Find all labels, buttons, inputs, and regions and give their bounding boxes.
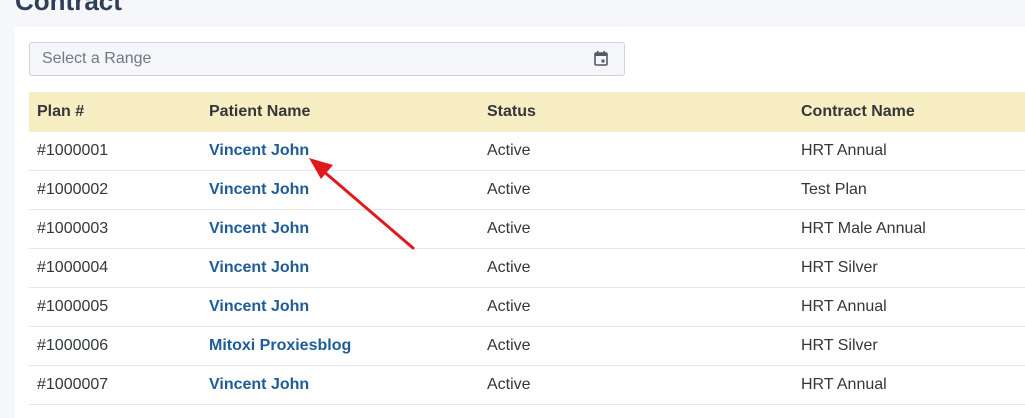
patient-name-cell: Vincent John bbox=[209, 248, 487, 288]
status-cell: Active bbox=[487, 326, 801, 366]
table-row: #1000001 Vincent John Active HRT Annual bbox=[29, 132, 1025, 171]
column-header-contract-name[interactable]: Contract Name bbox=[801, 92, 1025, 132]
plan-number-cell: #1000001 bbox=[29, 132, 209, 171]
plan-number-cell: #1000005 bbox=[29, 287, 209, 327]
patient-name-cell: Vincent John bbox=[209, 132, 487, 171]
table-row: #1000007 Vincent John Active HRT Annual bbox=[29, 365, 1025, 405]
table-row: #1000006 Mitoxi Proxiesblog Active HRT S… bbox=[29, 326, 1025, 366]
status-cell: Active bbox=[487, 365, 801, 405]
patient-name-link[interactable]: Vincent John bbox=[209, 142, 309, 159]
patient-name-cell: Vincent John bbox=[209, 287, 487, 327]
contract-card: Plan # Patient Name Status Contract Name… bbox=[15, 27, 1025, 418]
patient-name-link[interactable]: Vincent John bbox=[209, 181, 309, 198]
table-header-row: Plan # Patient Name Status Contract Name bbox=[29, 92, 1025, 132]
table-row: #1000003 Vincent John Active HRT Male An… bbox=[29, 209, 1025, 249]
patient-name-link[interactable]: Vincent John bbox=[209, 259, 309, 276]
patient-name-cell: Vincent John bbox=[209, 170, 487, 210]
page-title: Contract bbox=[15, 0, 122, 16]
contract-name-cell: HRT Male Annual bbox=[801, 209, 1025, 249]
contract-name-cell: Test Plan bbox=[801, 170, 1025, 210]
patient-name-cell: Vincent John bbox=[209, 365, 487, 405]
contract-name-cell: HRT Annual bbox=[801, 287, 1025, 327]
status-cell: Active bbox=[487, 209, 801, 249]
calendar-icon[interactable] bbox=[594, 51, 608, 66]
column-header-patient-name[interactable]: Patient Name bbox=[209, 92, 487, 132]
plan-number-cell: #1000006 bbox=[29, 326, 209, 366]
patient-name-link[interactable]: Vincent John bbox=[209, 376, 309, 393]
contract-name-cell: HRT Silver bbox=[801, 248, 1025, 288]
contract-name-cell: HRT Annual bbox=[801, 365, 1025, 405]
contract-name-cell: HRT Silver bbox=[801, 326, 1025, 366]
patient-name-link[interactable]: Vincent John bbox=[209, 220, 309, 237]
table-row: #1000005 Vincent John Active HRT Annual bbox=[29, 287, 1025, 327]
plan-number-cell: #1000007 bbox=[29, 365, 209, 405]
column-header-status[interactable]: Status bbox=[487, 92, 801, 132]
date-range-input[interactable] bbox=[30, 43, 590, 75]
status-cell: Active bbox=[487, 170, 801, 210]
contract-page: Contract Plan # Patient Name Status Cont… bbox=[0, 0, 1025, 418]
contracts-table: Plan # Patient Name Status Contract Name… bbox=[29, 92, 1025, 405]
plan-number-cell: #1000004 bbox=[29, 248, 209, 288]
patient-name-cell: Mitoxi Proxiesblog bbox=[209, 326, 487, 366]
patient-name-cell: Vincent John bbox=[209, 209, 487, 249]
status-cell: Active bbox=[487, 132, 801, 171]
table-row: #1000004 Vincent John Active HRT Silver bbox=[29, 248, 1025, 288]
status-cell: Active bbox=[487, 248, 801, 288]
contract-name-cell: HRT Annual bbox=[801, 132, 1025, 171]
plan-number-cell: #1000002 bbox=[29, 170, 209, 210]
plan-number-cell: #1000003 bbox=[29, 209, 209, 249]
table-row: #1000002 Vincent John Active Test Plan bbox=[29, 170, 1025, 210]
status-cell: Active bbox=[487, 287, 801, 327]
column-header-plan[interactable]: Plan # bbox=[29, 92, 209, 132]
patient-name-link[interactable]: Mitoxi Proxiesblog bbox=[209, 337, 351, 354]
date-range-field[interactable] bbox=[29, 42, 625, 76]
patient-name-link[interactable]: Vincent John bbox=[209, 298, 309, 315]
